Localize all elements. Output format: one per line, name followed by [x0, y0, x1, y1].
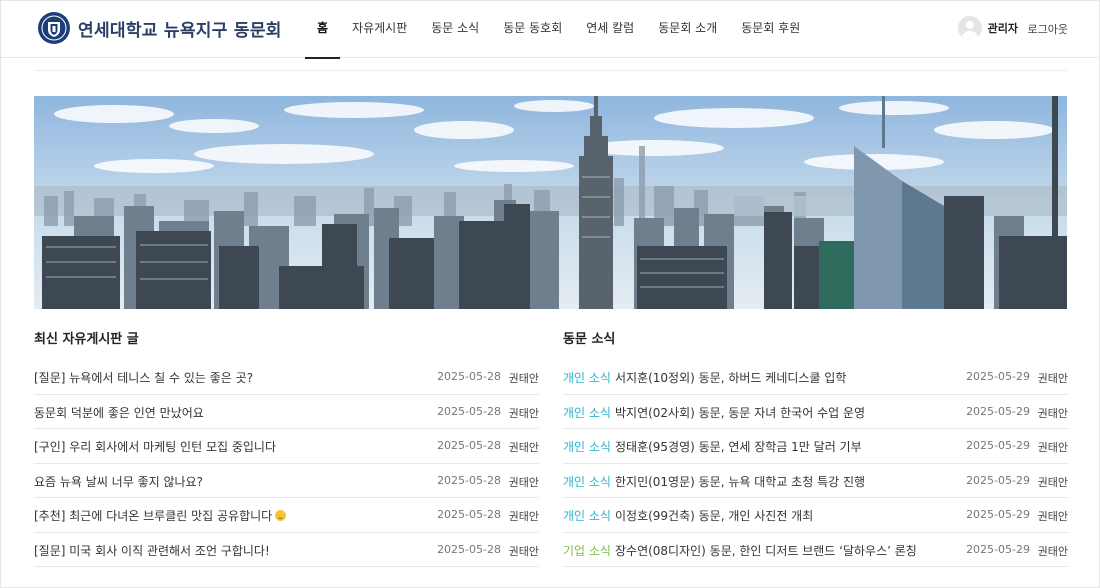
post-author: 권태안 — [1037, 406, 1068, 420]
post-title[interactable]: 정태훈(95경영) 동문, 연세 장학금 1만 달러 기부 — [615, 440, 862, 454]
nav-about[interactable]: 동문회 소개 — [646, 0, 729, 58]
category-label[interactable]: 기업 소식 — [563, 544, 611, 558]
post-date: 2025-05-28 — [437, 473, 501, 487]
list-item[interactable]: 개인 소식 한지민(01영문) 동문, 뉴욕 대학교 초청 특강 진행 2025-0… — [563, 464, 1068, 498]
post-author: 권태안 — [1037, 544, 1068, 558]
post-title-line[interactable]: [구인] 우리 회사에서 마케팅 인턴 모집 중입니다 — [34, 438, 276, 455]
nav-free-board[interactable]: 자유게시판 — [340, 0, 419, 58]
category-label[interactable]: 개인 소식 — [563, 475, 611, 489]
list-item[interactable]: 개인 소식 정태훈(95경영) 동문, 연세 장학금 1만 달러 기부 2025-0… — [563, 429, 1068, 464]
free-board-title[interactable]: 최신 자유게시판 글 — [34, 328, 539, 348]
alumni-news-section: 동문 소식 개인 소식 서지훈(10정외) 동문, 하버드 케네디스쿨 입학 202… — [563, 328, 1068, 567]
post-author: 권태안 — [508, 510, 539, 523]
post-title[interactable]: 박지연(02사회) 동문, 동문 자녀 한국어 수업 운영 — [615, 406, 865, 420]
category-label[interactable]: 개인 소식 — [563, 406, 611, 420]
user-menu[interactable]: 관리자 — [957, 16, 1018, 40]
post-title[interactable]: [질문] 뉴욕에서 테니스 칠 수 있는 좋은 곳? — [34, 371, 253, 385]
post-title-line[interactable]: 동문회 덕분에 좋은 인연 만났어요 — [34, 404, 204, 421]
post-title[interactable]: 요즘 뉴욕 날씨 너무 좋지 않나요? — [34, 475, 203, 489]
post-title[interactable]: [질문] 미국 회사 이직 관련해서 조언 구합니다! — [34, 544, 270, 558]
free-board-list: [질문] 뉴욕에서 테니스 칠 수 있는 좋은 곳? 2025-05-28 권태안 동… — [34, 360, 539, 567]
post-date: 2025-05-28 — [437, 542, 501, 556]
post-date: 2025-05-29 — [966, 542, 1030, 556]
nav-alumni-news[interactable]: 동문 소식 — [419, 0, 491, 58]
list-item[interactable]: 개인 소식 박지연(02사회) 동문, 동문 자녀 한국어 수업 운영 2025-0… — [563, 395, 1068, 429]
post-author: 권태안 — [508, 372, 539, 385]
post-date: 2025-05-29 — [966, 404, 1030, 418]
post-title-line[interactable]: 개인 소식 박지연(02사회) 동문, 동문 자녀 한국어 수업 운영 — [563, 404, 865, 421]
new-york-skyline-photo — [34, 96, 1067, 309]
list-item[interactable]: 개인 소식 이정호(99건축) 동문, 개인 사진전 개최 2025-05-29 권태… — [563, 498, 1068, 533]
post-title[interactable]: [구인] 우리 회사에서 마케팅 인턴 모집 중입니다 — [34, 440, 276, 454]
post-title-line[interactable]: 기업 소식 장수연(08디자인) 동문, 한인 디저트 브랜드 ‘달하우스’ 론칭 — [563, 542, 917, 559]
post-title[interactable]: 서지훈(10정외) 동문, 하버드 케네디스쿨 입학 — [615, 371, 846, 385]
category-label[interactable]: 개인 소식 — [563, 440, 611, 454]
list-item[interactable]: 동문회 덕분에 좋은 인연 만났어요 2025-05-28 권태안 — [34, 395, 539, 429]
free-board-section: 최신 자유게시판 글 [질문] 뉴욕에서 테니스 칠 수 있는 좋은 곳? 202… — [34, 328, 539, 567]
list-item[interactable]: 요즘 뉴욕 날씨 너무 좋지 않나요? 2025-05-28 권태안 — [34, 464, 539, 498]
post-title[interactable]: 한지민(01영문) 동문, 뉴욕 대학교 초청 특강 진행 — [615, 475, 865, 489]
nav-home[interactable]: 홈 — [305, 0, 341, 59]
divider — [34, 70, 1067, 71]
post-author: 권태안 — [508, 441, 539, 454]
smiling-face-icon — [275, 510, 287, 521]
post-date: 2025-05-28 — [437, 404, 501, 418]
post-title[interactable]: 동문회 덕분에 좋은 인연 만났어요 — [34, 406, 204, 420]
list-item[interactable]: [구인] 우리 회사에서 마케팅 인턴 모집 중입니다 2025-05-28 권태안 — [34, 429, 539, 464]
list-item[interactable]: [질문] 뉴욕에서 테니스 칠 수 있는 좋은 곳? 2025-05-28 권태안 — [34, 360, 539, 395]
list-item[interactable]: [질문] 미국 회사 이직 관련해서 조언 구합니다! 2025-05-28 권태안 — [34, 533, 539, 567]
alumni-news-title[interactable]: 동문 소식 — [563, 328, 1068, 348]
avatar[interactable] — [957, 16, 982, 40]
post-title-line[interactable]: 개인 소식 정태훈(95경영) 동문, 연세 장학금 1만 달러 기부 — [563, 438, 862, 455]
post-date: 2025-05-28 — [437, 370, 501, 383]
yonsei-shield-icon[interactable] — [38, 12, 70, 44]
post-date: 2025-05-29 — [966, 508, 1030, 521]
site-title[interactable]: 연세대학교 뉴욕지구 동문회 — [78, 16, 282, 41]
post-author: 권태안 — [508, 406, 539, 420]
nav-sponsor[interactable]: 동문회 후원 — [729, 0, 812, 58]
user-name[interactable]: 관리자 — [988, 20, 1018, 36]
post-date: 2025-05-29 — [966, 370, 1030, 383]
post-title-line[interactable]: 개인 소식 서지훈(10정외) 동문, 하버드 케네디스쿨 입학 — [563, 369, 846, 386]
post-date: 2025-05-29 — [966, 439, 1030, 452]
post-title[interactable]: 이정호(99건축) 동문, 개인 사진전 개최 — [615, 509, 813, 523]
main-nav: 홈 자유게시판 동문 소식 동문 동호회 연세 칼럼 동문회 소개 동문회 후원 — [305, 0, 812, 59]
nav-yonsei-column[interactable]: 연세 칼럼 — [574, 0, 646, 58]
post-author: 권태안 — [1037, 441, 1068, 454]
post-date: 2025-05-29 — [966, 473, 1030, 487]
list-item[interactable]: 기업 소식 장수연(08디자인) 동문, 한인 디저트 브랜드 ‘달하우스’ 론칭… — [563, 533, 1068, 567]
list-item[interactable]: 개인 소식 서지훈(10정외) 동문, 하버드 케네디스쿨 입학 2025-05-2… — [563, 360, 1068, 395]
post-title-line[interactable]: 요즘 뉴욕 날씨 너무 좋지 않나요? — [34, 473, 203, 490]
nav-alumni-clubs[interactable]: 동문 동호회 — [491, 0, 574, 58]
post-title[interactable]: 장수연(08디자인) 동문, 한인 디저트 브랜드 ‘달하우스’ 론칭 — [615, 544, 917, 558]
post-title-line[interactable]: 개인 소식 이정호(99건축) 동문, 개인 사진전 개최 — [563, 507, 813, 524]
post-title-line[interactable]: [추천] 최근에 다녀온 브루클린 맛집 공유합니다 — [34, 507, 287, 524]
post-title[interactable]: [추천] 최근에 다녀온 브루클린 맛집 공유합니다 — [34, 509, 272, 523]
post-author: 권태안 — [508, 544, 539, 558]
post-title-line[interactable]: [질문] 미국 회사 이직 관련해서 조언 구합니다! — [34, 542, 270, 559]
post-date: 2025-05-28 — [437, 508, 501, 521]
alumni-news-list: 개인 소식 서지훈(10정외) 동문, 하버드 케네디스쿨 입학 2025-05-2… — [563, 360, 1068, 567]
list-item[interactable]: [추천] 최근에 다녀온 브루클린 맛집 공유합니다 2025-05-28 권태안 — [34, 498, 539, 533]
post-title-line[interactable]: [질문] 뉴욕에서 테니스 칠 수 있는 좋은 곳? — [34, 369, 253, 386]
category-label[interactable]: 개인 소식 — [563, 509, 611, 523]
post-author: 권태안 — [1037, 372, 1068, 385]
category-label[interactable]: 개인 소식 — [563, 371, 611, 385]
post-author: 권태안 — [1037, 475, 1068, 489]
logout-link[interactable]: 로그아웃 — [1028, 21, 1068, 37]
post-author: 권태안 — [508, 475, 539, 489]
post-title-line[interactable]: 개인 소식 한지민(01영문) 동문, 뉴욕 대학교 초청 특강 진행 — [563, 473, 865, 490]
post-date: 2025-05-28 — [437, 439, 501, 452]
site-header: 연세대학교 뉴욕지구 동문회 홈 자유게시판 동문 소식 동문 동호회 연세 칼… — [0, 0, 1100, 59]
post-author: 권태안 — [1037, 510, 1068, 523]
